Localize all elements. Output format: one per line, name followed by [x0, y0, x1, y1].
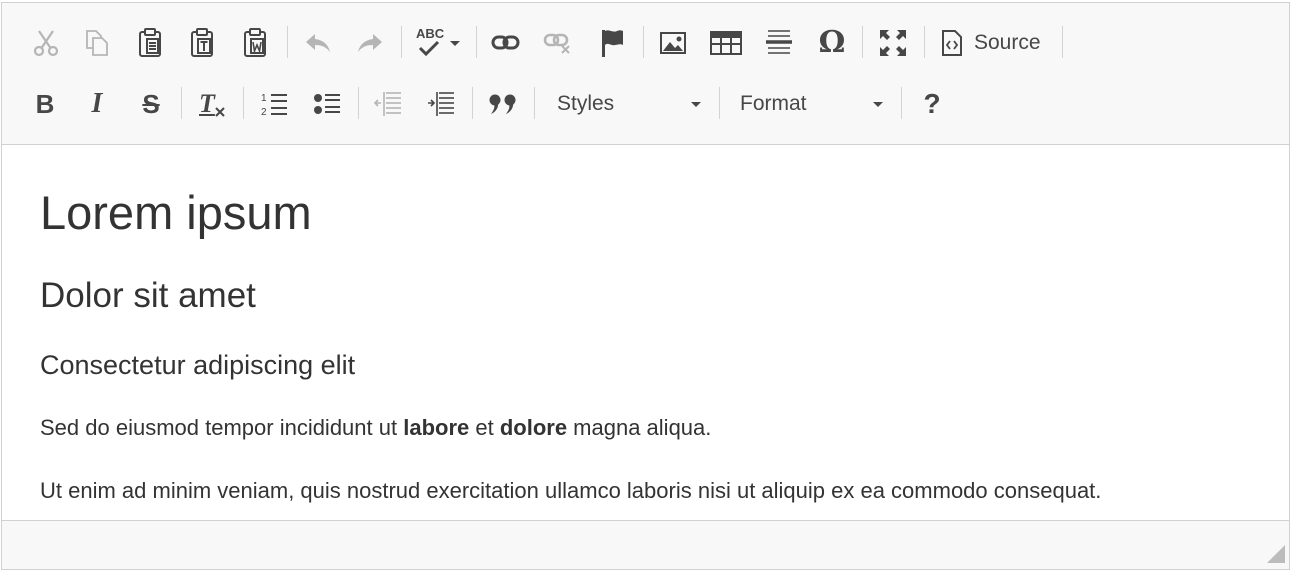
- toolbar-separator: [181, 87, 182, 119]
- resize-handle-icon[interactable]: [1265, 543, 1287, 565]
- maximize-button[interactable]: [876, 20, 910, 66]
- toolbar-separator: [243, 87, 244, 119]
- redo-icon: [358, 34, 382, 52]
- toolbar-row-2: B I S T 1 2 Styles Format ?: [2, 81, 1289, 127]
- paragraph-text: magna aliqua.: [567, 415, 712, 440]
- bold-icon: B: [35, 88, 55, 119]
- toolbar-row-1: ABC Ω Source: [2, 20, 1289, 66]
- bold-text: labore: [403, 415, 470, 440]
- strikethrough-icon: S: [142, 88, 160, 119]
- paragraph-2: Ut enim ad minim veniam, quis nostrud ex…: [40, 478, 1102, 503]
- cut-button[interactable]: [30, 20, 62, 66]
- chevron-down-icon: [691, 102, 701, 107]
- unlink-button[interactable]: [542, 20, 574, 66]
- paragraph-1: Sed do eiusmod tempor incididunt ut labo…: [40, 414, 711, 442]
- numbered-list-button[interactable]: 1 2: [258, 81, 290, 127]
- chevron-down-icon: [873, 102, 883, 107]
- strikethrough-button[interactable]: S: [135, 81, 167, 127]
- clipboard-icon: [139, 28, 161, 57]
- editor-status-bar: [2, 520, 1289, 569]
- omega-icon: Ω: [818, 25, 846, 60]
- unlink-icon: [543, 33, 570, 54]
- toolbar-separator: [643, 26, 644, 58]
- flag-icon: [602, 30, 623, 57]
- styles-dropdown[interactable]: Styles: [557, 81, 707, 127]
- redo-button[interactable]: [354, 20, 386, 66]
- paste-as-text-button[interactable]: [187, 20, 217, 66]
- heading-2: Dolor sit amet: [40, 276, 256, 315]
- image-button[interactable]: [657, 20, 689, 66]
- toolbar-separator: [862, 26, 863, 58]
- italic-icon: I: [91, 88, 103, 119]
- help-icon: ?: [923, 88, 941, 119]
- numbered-list-icon: 1 2: [261, 93, 287, 117]
- clipboard-text-icon: [191, 28, 213, 57]
- toolbar-separator: [719, 87, 720, 119]
- format-dropdown[interactable]: Format: [740, 81, 890, 127]
- spellcheck-button[interactable]: ABC: [414, 20, 466, 66]
- bulleted-list-icon: [314, 94, 340, 114]
- spellcheck-label: ABC: [416, 26, 445, 41]
- maximize-icon: [880, 30, 906, 56]
- styles-label: Styles: [557, 92, 615, 115]
- scissors-icon: [33, 30, 59, 57]
- format-label: Format: [740, 92, 807, 115]
- toolbar-separator: [476, 26, 477, 58]
- remove-format-icon: T: [197, 89, 227, 119]
- horizontal-line-icon: [766, 30, 792, 54]
- rich-text-editor: ABC Ω Source B I S T 1 2 Styles Format ?…: [1, 2, 1290, 570]
- toolbar-separator: [358, 87, 359, 119]
- special-character-button[interactable]: Ω: [814, 20, 850, 66]
- editor-content-area[interactable]: Lorem ipsum Dolor sit amet Consectetur a…: [2, 146, 1289, 521]
- italic-button[interactable]: I: [82, 81, 112, 127]
- outdent-button[interactable]: [372, 81, 404, 127]
- image-icon: [660, 32, 686, 54]
- heading-1: Lorem ipsum: [40, 186, 312, 239]
- indent-button[interactable]: [425, 81, 457, 127]
- undo-icon: [306, 34, 330, 52]
- chevron-down-icon: [450, 41, 460, 46]
- undo-button[interactable]: [302, 20, 334, 66]
- toolbar-separator: [401, 26, 402, 58]
- paste-button[interactable]: [135, 20, 165, 66]
- help-button[interactable]: ?: [916, 81, 948, 127]
- editor-toolbar: ABC Ω Source B I S T 1 2 Styles Format ?: [2, 3, 1289, 145]
- copy-icon: [86, 30, 108, 56]
- table-button[interactable]: [709, 20, 743, 66]
- blockquote-button[interactable]: [486, 81, 520, 127]
- table-icon: [710, 31, 742, 55]
- toolbar-separator: [287, 26, 288, 58]
- remove-format-glyph: T: [199, 89, 215, 118]
- paragraph-text: Sed do eiusmod tempor incididunt ut: [40, 415, 404, 440]
- bold-text: dolore: [499, 415, 568, 440]
- outdent-icon: [374, 92, 401, 116]
- toolbar-separator: [924, 26, 925, 58]
- toolbar-separator: [472, 87, 473, 119]
- remove-format-button[interactable]: T: [194, 81, 230, 127]
- svg-text:1: 1: [261, 93, 267, 104]
- bulleted-list-button[interactable]: [311, 81, 343, 127]
- source-label: Source: [974, 31, 1041, 54]
- toolbar-separator: [901, 87, 902, 119]
- anchor-button[interactable]: [596, 20, 628, 66]
- copy-button[interactable]: [82, 20, 112, 66]
- heading-3: Consectetur adipiscing elit: [40, 350, 356, 380]
- quote-icon: [489, 94, 516, 114]
- svg-text:2: 2: [261, 107, 267, 117]
- spellcheck-icon: ABC: [414, 26, 444, 60]
- indent-icon: [428, 92, 454, 116]
- toolbar-separator: [534, 87, 535, 119]
- link-button[interactable]: [490, 20, 522, 66]
- paste-from-word-button[interactable]: [240, 20, 270, 66]
- horizontal-line-button[interactable]: [763, 20, 795, 66]
- link-icon: [491, 35, 520, 50]
- toolbar-separator: [1062, 26, 1063, 58]
- paragraph-text: et: [469, 415, 500, 440]
- bold-button[interactable]: B: [30, 81, 60, 127]
- source-icon: [942, 30, 962, 56]
- clipboard-word-icon: [244, 28, 266, 57]
- source-button[interactable]: Source: [940, 20, 1052, 66]
